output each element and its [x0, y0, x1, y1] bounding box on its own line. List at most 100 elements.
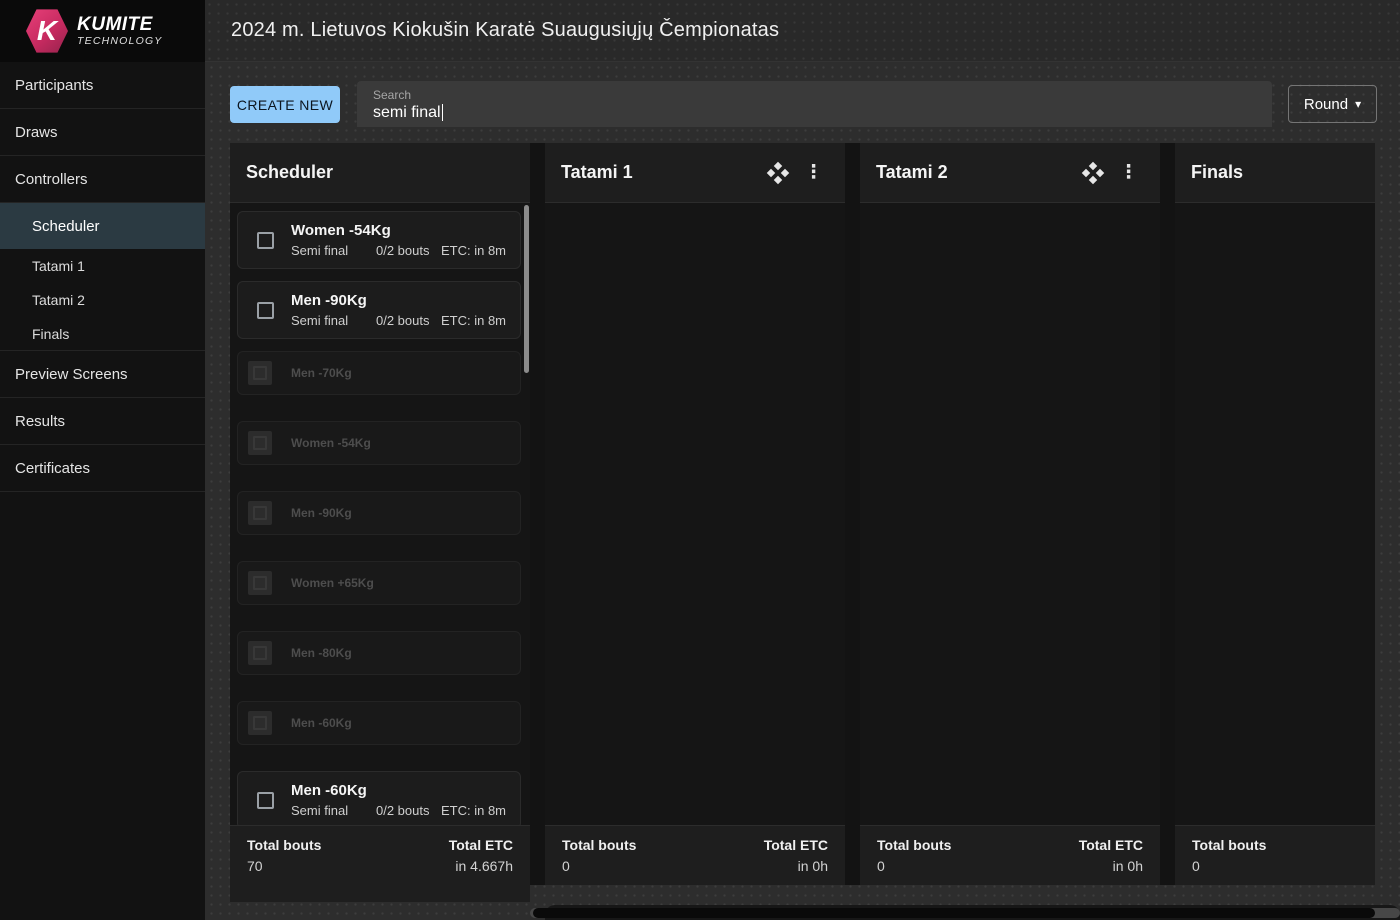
- card-title: Women +65Kg: [291, 576, 374, 590]
- total-etc: Total ETC in 4.667h: [449, 837, 513, 902]
- total-etc-value: in 0h: [764, 858, 828, 874]
- column-footer: Total bouts 0: [1175, 825, 1375, 885]
- total-bouts-label: Total bouts: [562, 837, 636, 853]
- total-etc-label: Total ETC: [1079, 837, 1143, 853]
- more-vert-icon[interactable]: ⋮: [1119, 163, 1138, 182]
- app-root: K KUMITE TECHNOLOGY Participants Draws C…: [0, 0, 1400, 920]
- column-gap: [845, 143, 860, 885]
- caret-down-icon: ▾: [1355, 98, 1361, 110]
- sidebar-item-finals[interactable]: Finals: [0, 317, 205, 351]
- checkbox-icon: [248, 571, 272, 595]
- logo-letter: K: [37, 17, 57, 45]
- sidebar-item-tatami-2[interactable]: Tatami 2: [0, 283, 205, 317]
- sidebar-item-controllers[interactable]: Controllers: [0, 156, 205, 203]
- category-card[interactable]: Men -90Kg Semi final 0/2 bouts ETC: in 8…: [237, 281, 521, 339]
- sidebar-item-draws[interactable]: Draws: [0, 109, 205, 156]
- checkbox-icon: [248, 361, 272, 385]
- checkbox-icon[interactable]: [257, 792, 274, 809]
- checkbox-icon[interactable]: [257, 302, 274, 319]
- total-bouts-value: 0: [877, 858, 951, 874]
- sidebar-item-label: Draws: [15, 124, 58, 141]
- sidebar-item-label: Certificates: [15, 460, 90, 477]
- app-logo: K KUMITE TECHNOLOGY: [0, 0, 205, 62]
- brand-text: KUMITE TECHNOLOGY: [77, 15, 163, 47]
- total-etc-label: Total ETC: [449, 837, 513, 853]
- sidebar-item-label: Results: [15, 413, 65, 430]
- card-title: Women -54Kg: [291, 436, 371, 450]
- sidebar-item-certificates[interactable]: Certificates: [0, 445, 205, 492]
- card-title: Men -60Kg: [291, 782, 506, 799]
- more-vert-icon[interactable]: ⋮: [804, 163, 823, 182]
- sidebar-item-label: Tatami 2: [32, 292, 85, 308]
- checkbox-icon: [248, 711, 272, 735]
- card-content: Men -90Kg Semi final 0/2 bouts ETC: in 8…: [291, 292, 506, 328]
- page-title: 2024 m. Lietuvos Kiokušin Karatė Suaugus…: [231, 19, 779, 42]
- checkbox-icon: [248, 501, 272, 525]
- column-footer: Total bouts 0 Total ETC in 0h: [545, 825, 845, 885]
- sidebar-item-label: Tatami 1: [32, 258, 85, 274]
- total-etc: Total ETC in 0h: [764, 837, 828, 885]
- sidebar-item-label: Participants: [15, 77, 93, 94]
- category-card[interactable]: Women -54Kg Semi final 0/2 bouts ETC: in…: [237, 211, 521, 269]
- category-card-disabled: Men -60Kg: [237, 701, 521, 745]
- checkbox-icon[interactable]: [257, 232, 274, 249]
- top-bar: 2024 m. Lietuvos Kiokušin Karatė Suaugus…: [205, 0, 1400, 62]
- column-title: Finals: [1191, 162, 1353, 183]
- total-bouts-value: 70: [247, 858, 321, 874]
- total-bouts-label: Total bouts: [877, 837, 951, 853]
- move-icon[interactable]: [768, 163, 788, 183]
- column-footer: Total bouts 70 Total ETC in 4.667h: [230, 825, 530, 902]
- card-title: Men -90Kg: [291, 506, 352, 520]
- column-title: Tatami 2: [876, 162, 1083, 183]
- column-title: Tatami 1: [561, 162, 768, 183]
- total-etc: Total ETC in 0h: [1079, 837, 1143, 885]
- column-header: Scheduler: [230, 143, 530, 203]
- move-icon[interactable]: [1083, 163, 1103, 183]
- column-card-list: Women -54Kg Semi final 0/2 bouts ETC: in…: [230, 203, 530, 825]
- total-etc-value: in 0h: [1079, 858, 1143, 874]
- total-bouts: Total bouts 0: [562, 837, 636, 885]
- sidebar-item-preview-screens[interactable]: Preview Screens: [0, 351, 205, 398]
- column-finals: Finals Total bouts 0: [1175, 143, 1375, 885]
- sidebar-item-tatami-1[interactable]: Tatami 1: [0, 249, 205, 283]
- column-gap: [1160, 143, 1175, 885]
- checkbox-icon: [248, 431, 272, 455]
- total-bouts-value: 0: [1192, 858, 1266, 874]
- category-card-disabled: Women -54Kg: [237, 421, 521, 465]
- round-filter-dropdown[interactable]: Round ▾: [1288, 85, 1377, 123]
- create-new-button[interactable]: CREATE NEW: [230, 86, 340, 123]
- vertical-scrollbar[interactable]: [524, 205, 529, 373]
- column-scheduler: Scheduler Women -54Kg Semi final 0/2 bou…: [230, 143, 530, 902]
- column-header-actions: ⋮: [1083, 163, 1138, 183]
- card-etc: ETC: in 8m: [441, 803, 506, 818]
- sidebar-item-label: Finals: [32, 326, 69, 342]
- card-content: Men -60Kg Semi final 0/2 bouts ETC: in 8…: [291, 782, 506, 818]
- card-title: Men -80Kg: [291, 646, 352, 660]
- sidebar-item-participants[interactable]: Participants: [0, 62, 205, 109]
- total-bouts-label: Total bouts: [1192, 837, 1266, 853]
- total-etc-label: Total ETC: [764, 837, 828, 853]
- total-bouts-value: 0: [562, 858, 636, 874]
- horizontal-scrollbar[interactable]: [533, 908, 1375, 918]
- checkbox-icon: [248, 641, 272, 665]
- search-input[interactable]: Search semi final: [357, 81, 1272, 127]
- card-meta: Semi final 0/2 bouts ETC: in 8m: [291, 803, 506, 818]
- sidebar: K KUMITE TECHNOLOGY Participants Draws C…: [0, 0, 205, 920]
- kumite-logo-icon: K: [26, 8, 68, 54]
- sidebar-nav: Participants Draws Controllers Scheduler…: [0, 62, 205, 492]
- column-gap: [530, 143, 545, 885]
- sidebar-item-results[interactable]: Results: [0, 398, 205, 445]
- card-round: Semi final: [291, 243, 376, 258]
- column-header: Tatami 2 ⋮: [860, 143, 1160, 203]
- scheduler-board: Scheduler Women -54Kg Semi final 0/2 bou…: [230, 143, 1375, 902]
- card-etc: ETC: in 8m: [441, 313, 506, 328]
- card-bouts: 0/2 bouts: [376, 803, 441, 818]
- search-input-value: semi final: [373, 104, 441, 122]
- category-card[interactable]: Men -60Kg Semi final 0/2 bouts ETC: in 8…: [237, 771, 521, 825]
- horizontal-scrollbar-track[interactable]: [530, 908, 1400, 918]
- sidebar-item-scheduler[interactable]: Scheduler: [0, 203, 205, 249]
- sidebar-item-label: Preview Screens: [15, 366, 128, 383]
- card-title: Men -70Kg: [291, 366, 352, 380]
- column-tatami-2: Tatami 2 ⋮ Total bouts 0 Total ETC in 0h: [860, 143, 1160, 885]
- main-content: CREATE NEW Search semi final Round ▾ Sch…: [205, 62, 1400, 920]
